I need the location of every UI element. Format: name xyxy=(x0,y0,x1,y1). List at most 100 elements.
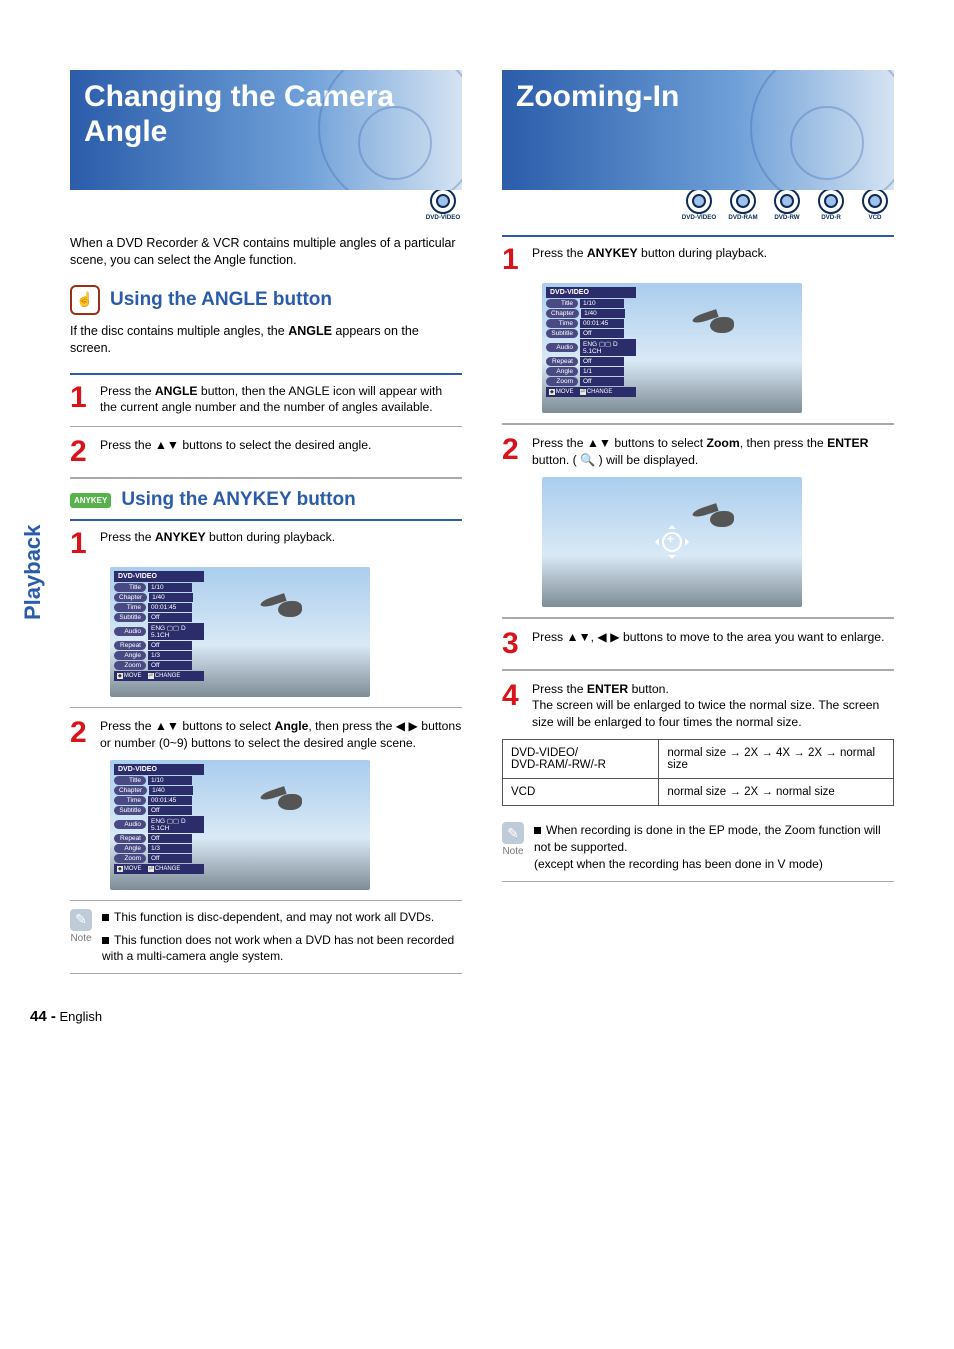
osd-label: Time xyxy=(546,319,578,328)
osd-panel: DVD-VIDEO Title1/10 Chapter1/40 Time00:0… xyxy=(546,287,636,397)
bird-icon xyxy=(692,507,752,533)
right-step1: Press the ANYKEY button during playback. xyxy=(532,245,894,275)
osd-value: ENG ▢▢ D 5.1CH xyxy=(148,623,204,640)
video-still-zoom xyxy=(542,477,802,607)
osd-label: Subtitle xyxy=(114,613,146,622)
osd-value: 1/40 xyxy=(581,309,625,318)
disc-badge: DVD-R xyxy=(812,188,850,221)
osd-value: Off xyxy=(148,806,192,815)
osd-label: Audio xyxy=(114,627,146,636)
left-step1a: Press the ANGLE button, then the ANGLE i… xyxy=(100,383,462,417)
video-still: DVD-VIDEO Title1/10 Chapter1/40 Time00:0… xyxy=(110,760,370,890)
disc-badge: DVD-RAM xyxy=(724,188,762,221)
osd-move: MOVE xyxy=(124,866,142,872)
osd-label: Title xyxy=(114,583,146,592)
step-number: 1 xyxy=(70,383,92,417)
osd-value: 1/3 xyxy=(148,651,192,660)
osd-label: Subtitle xyxy=(114,806,146,815)
disc-badge-label: DVD-RW xyxy=(774,214,799,221)
osd-header: DVD-VIDEO xyxy=(546,287,636,298)
osd-value: ENG ▢▢ D 5.1CH xyxy=(148,816,204,833)
note-label: Note xyxy=(502,846,523,857)
osd-value: 1/40 xyxy=(149,786,193,795)
osd-change: CHANGE xyxy=(155,866,181,872)
tbl-r1c2: normal size → 2X → 4X → 2X → normal size xyxy=(659,740,894,779)
note-icon: ✎ xyxy=(70,909,92,931)
step-number: 3 xyxy=(502,629,524,659)
osd-panel: DVD-VIDEO Title1/10 Chapter1/40 Time00:0… xyxy=(114,571,204,681)
disc-badge-label: DVD-R xyxy=(821,214,841,221)
osd-value: Off xyxy=(148,834,192,843)
osd-header: DVD-VIDEO xyxy=(114,571,204,582)
left-h2a-sub: If the disc contains multiple angles, th… xyxy=(70,323,462,357)
video-still: DVD-VIDEO Title1/10 Chapter1/40 Time00:0… xyxy=(542,283,802,413)
left-column: Changing the Camera Angle DVD-VIDEO When… xyxy=(70,70,462,974)
osd-value: 1/3 xyxy=(148,844,192,853)
disc-badge: DVD-VIDEO xyxy=(680,188,718,221)
osd-label: Angle xyxy=(114,651,146,660)
osd-value: 1/10 xyxy=(580,299,624,308)
note-label: Note xyxy=(70,933,91,944)
osd-label: Time xyxy=(114,603,146,612)
osd-label: Angle xyxy=(546,367,578,376)
disc-badge: DVD-RW xyxy=(768,188,806,221)
left-title: Changing the Camera Angle xyxy=(84,80,448,149)
osd-label: Angle xyxy=(114,844,146,853)
disc-badge-label: VCD xyxy=(868,214,881,221)
disc-badge: VCD xyxy=(856,188,894,221)
bird-icon xyxy=(260,597,320,623)
right-column: Zooming-In DVD-VIDEO DVD-RAM DVD-RW DVD-… xyxy=(502,70,894,974)
right-title: Zooming-In xyxy=(516,80,880,115)
left-disc-badges: DVD-VIDEO xyxy=(70,188,462,221)
osd-label: Chapter xyxy=(546,309,579,318)
bird-icon xyxy=(260,790,320,816)
osd-value: 00:01:45 xyxy=(148,603,192,612)
step-number: 1 xyxy=(502,245,524,275)
osd-value: 00:01:45 xyxy=(148,796,192,805)
disc-badge-label: DVD-VIDEO xyxy=(682,214,716,221)
osd-move: MOVE xyxy=(556,389,574,395)
osd-header: DVD-VIDEO xyxy=(114,764,204,775)
page-number: 44 - xyxy=(30,1008,56,1025)
right-step2: Press the ▲▼ buttons to select Zoom, the… xyxy=(532,435,894,469)
right-step3: Press ▲▼, ◀ ▶ buttons to move to the are… xyxy=(532,629,894,659)
zoom-cursor-icon xyxy=(655,525,689,559)
left-h2a: Using the ANGLE button xyxy=(110,289,332,311)
step-number: 2 xyxy=(502,435,524,469)
osd-label: Audio xyxy=(114,820,146,829)
osd-label: Repeat xyxy=(546,357,578,366)
left-note: ✎ Note This function is disc-dependent, … xyxy=(70,900,462,974)
note-icon: ✎ xyxy=(502,822,524,844)
osd-change: CHANGE xyxy=(587,389,613,395)
tbl-r2c1: VCD xyxy=(503,779,659,806)
osd-value: 1/10 xyxy=(148,776,192,785)
osd-value: Off xyxy=(148,613,192,622)
right-step4: Press the ENTER button.The screen will b… xyxy=(532,681,894,731)
osd-value: Off xyxy=(580,377,624,386)
osd-label: Audio xyxy=(546,343,578,352)
osd-label: Zoom xyxy=(546,377,578,386)
osd-value: Off xyxy=(580,329,624,338)
osd-value: Off xyxy=(148,641,192,650)
osd-label: Subtitle xyxy=(546,329,578,338)
left-note2: This function does not work when a DVD h… xyxy=(102,933,454,964)
osd-value: 00:01:45 xyxy=(580,319,624,328)
video-still: DVD-VIDEO Title1/10 Chapter1/40 Time00:0… xyxy=(110,567,370,697)
disc-badge-label: DVD-RAM xyxy=(728,214,757,221)
osd-value: 1/10 xyxy=(148,583,192,592)
sidebar-tab: Playback xyxy=(20,525,46,620)
osd-label: Zoom xyxy=(114,854,146,863)
osd-label: Zoom xyxy=(114,661,146,670)
osd-panel: DVD-VIDEO Title1/10 Chapter1/40 Time00:0… xyxy=(114,764,204,874)
left-step2a: Press the ▲▼ buttons to select the desir… xyxy=(100,437,462,467)
osd-move: MOVE xyxy=(124,673,142,679)
osd-label: Chapter xyxy=(114,786,147,795)
step-number: 1 xyxy=(70,529,92,559)
right-disc-badges: DVD-VIDEO DVD-RAM DVD-RW DVD-R VCD xyxy=(502,188,894,221)
page-lang: English xyxy=(59,1009,102,1024)
disc-badge-label: DVD-VIDEO xyxy=(426,214,460,221)
right-note: ✎ Note When recording is done in the EP … xyxy=(502,814,894,881)
anykey-pill: ANYKEY xyxy=(70,493,111,508)
disc-badge: DVD-VIDEO xyxy=(424,188,462,221)
right-note-text: When recording is done in the EP mode, t… xyxy=(534,823,881,871)
